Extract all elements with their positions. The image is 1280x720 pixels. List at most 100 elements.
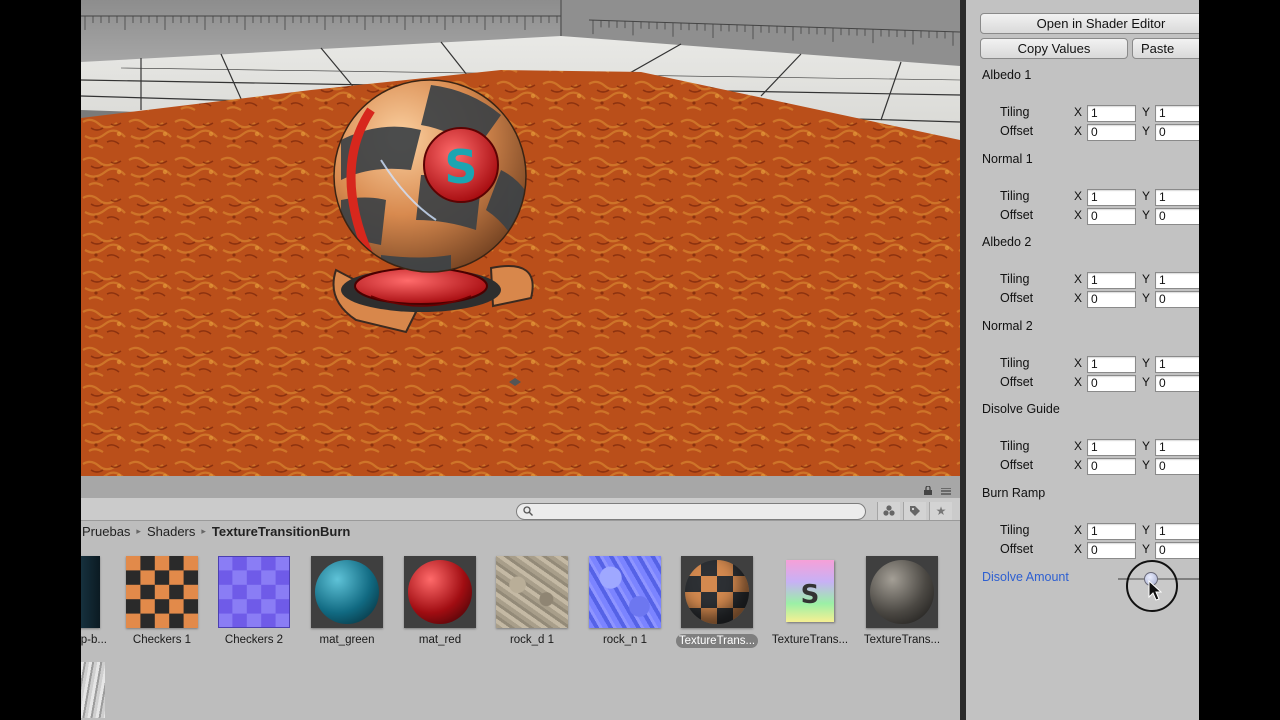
offset-x-field[interactable]: 0: [1087, 124, 1136, 141]
asset-thumbnail: [866, 556, 938, 628]
offset-x-label: X: [1074, 458, 1083, 473]
asset-thumbnail: [81, 556, 100, 628]
mouse-cursor-icon: [1148, 580, 1162, 601]
paste-button[interactable]: Paste: [1132, 38, 1199, 59]
offset-x-label: X: [1074, 207, 1083, 222]
tiling-y-field[interactable]: 1: [1155, 523, 1199, 540]
star-icon: ★: [935, 504, 947, 518]
open-shader-editor-button[interactable]: Open in Shader Editor: [980, 13, 1199, 34]
asset-label: Checkers 1: [132, 634, 192, 646]
breadcrumb-item-pruebas[interactable]: Pruebas: [82, 524, 130, 539]
tiling-x-label: X: [1074, 523, 1083, 537]
offset-x-field[interactable]: 0: [1087, 291, 1136, 309]
asset-thumbnail: S: [774, 556, 846, 628]
project-tab-strip: [81, 476, 960, 499]
offset-x-field[interactable]: 0: [1087, 542, 1136, 559]
tiling-y-field[interactable]: 1: [1155, 272, 1199, 290]
asset-item[interactable]: S TextureTrans...: [767, 556, 853, 646]
offset-x-label: X: [1074, 542, 1083, 556]
tiling-y-field[interactable]: 1: [1155, 105, 1199, 122]
disolve-amount-label: Disolve Amount: [982, 570, 1069, 584]
asset-item[interactable]: TextureTrans...: [859, 556, 945, 646]
asset-item[interactable]: p-b...: [81, 556, 107, 646]
tiling-x-field[interactable]: 1: [1087, 272, 1136, 290]
offset-x-field[interactable]: 0: [1087, 207, 1136, 225]
tiling-x-field[interactable]: 1: [1087, 439, 1136, 457]
offset-y-label: Y: [1142, 542, 1151, 556]
offset-label: Offset: [1000, 124, 1034, 138]
section-title: Disolve Guide: [982, 402, 1060, 417]
offset-y-field[interactable]: 0: [1155, 124, 1199, 141]
offset-label: Offset: [1000, 291, 1034, 306]
emblem-letter: S: [444, 140, 477, 194]
offset-x-label: X: [1074, 374, 1083, 389]
offset-x-field[interactable]: 0: [1087, 458, 1136, 476]
offset-y-field[interactable]: 0: [1155, 207, 1199, 225]
tiling-x-field[interactable]: 1: [1087, 188, 1136, 206]
asset-thumbnail: [496, 556, 568, 628]
asset-thumbnail-partial[interactable]: [81, 662, 105, 718]
breadcrumb-separator-icon: ▸: [136, 525, 141, 536]
tiling-label: Tiling: [1000, 439, 1030, 454]
favorites-button[interactable]: ★: [929, 502, 952, 520]
breadcrumb-item-shaders[interactable]: Shaders: [147, 524, 195, 539]
offset-y-label: Y: [1142, 374, 1151, 389]
offset-label: Offset: [1000, 207, 1034, 222]
asset-item[interactable]: rock_d 1: [489, 556, 575, 646]
tiling-x-field[interactable]: 1: [1087, 105, 1136, 122]
tiling-y-field[interactable]: 1: [1155, 439, 1199, 457]
asset-label: TextureTrans...: [675, 634, 759, 648]
search-input[interactable]: [516, 503, 866, 520]
tiling-y-label: Y: [1142, 272, 1151, 287]
asset-label: rock_n 1: [602, 634, 648, 646]
asset-thumbnail: [126, 556, 198, 628]
asset-thumbnail: [311, 556, 383, 628]
offset-x-field[interactable]: 0: [1087, 374, 1136, 392]
asset-item[interactable]: Checkers 1: [119, 556, 205, 646]
offset-y-label: Y: [1142, 291, 1151, 306]
filter-by-type-button[interactable]: [877, 502, 900, 520]
tiling-x-label: X: [1074, 272, 1083, 287]
breadcrumb: Pruebas ▸ Shaders ▸ TextureTransitionBur…: [81, 521, 961, 541]
scene-view[interactable]: S: [81, 0, 960, 476]
tiling-x-field[interactable]: 1: [1087, 523, 1136, 540]
scene-render[interactable]: S: [81, 0, 960, 476]
inspector-panel: Open in Shader Editor Copy Values Paste …: [966, 0, 1199, 720]
tiling-x-label: X: [1074, 355, 1083, 370]
tiling-y-label: Y: [1142, 105, 1151, 119]
asset-item[interactable]: rock_n 1: [582, 556, 668, 646]
tiling-y-label: Y: [1142, 188, 1151, 203]
offset-y-field[interactable]: 0: [1155, 542, 1199, 559]
panel-menu-icon[interactable]: [941, 488, 951, 495]
asset-label: TextureTrans...: [863, 634, 941, 646]
asset-label: p-b...: [81, 634, 107, 646]
shader-file-icon: S: [800, 580, 820, 610]
asset-thumbnail: [404, 556, 476, 628]
tiling-y-field[interactable]: 1: [1155, 188, 1199, 206]
lock-icon[interactable]: [923, 486, 933, 495]
asset-thumbnail: [681, 556, 753, 628]
section-title: Albedo 2: [982, 235, 1032, 250]
asset-item[interactable]: Checkers 2: [211, 556, 297, 646]
offset-y-field[interactable]: 0: [1155, 291, 1199, 309]
offset-y-field[interactable]: 0: [1155, 458, 1199, 476]
tiling-label: Tiling: [1000, 355, 1030, 370]
offset-y-field[interactable]: 0: [1155, 374, 1199, 392]
tiling-x-field[interactable]: 1: [1087, 355, 1136, 373]
tiling-label: Tiling: [1000, 272, 1030, 287]
asset-item-selected[interactable]: TextureTrans...: [674, 556, 760, 651]
tiling-x-label: X: [1074, 188, 1083, 203]
breadcrumb-separator-icon: ▸: [201, 525, 206, 536]
filter-type-icon: [883, 505, 895, 516]
asset-item[interactable]: mat_green: [304, 556, 390, 646]
filter-by-label-button[interactable]: [903, 502, 926, 520]
tiling-label: Tiling: [1000, 188, 1030, 203]
asset-item[interactable]: mat_red: [397, 556, 483, 646]
asset-label: mat_green: [319, 634, 375, 646]
breadcrumb-item-current[interactable]: TextureTransitionBurn: [212, 524, 350, 539]
tag-icon: [910, 506, 920, 516]
offset-y-label: Y: [1142, 207, 1151, 222]
copy-values-button[interactable]: Copy Values: [980, 38, 1128, 59]
tiling-y-field[interactable]: 1: [1155, 355, 1199, 373]
asset-thumbnail: [589, 556, 661, 628]
